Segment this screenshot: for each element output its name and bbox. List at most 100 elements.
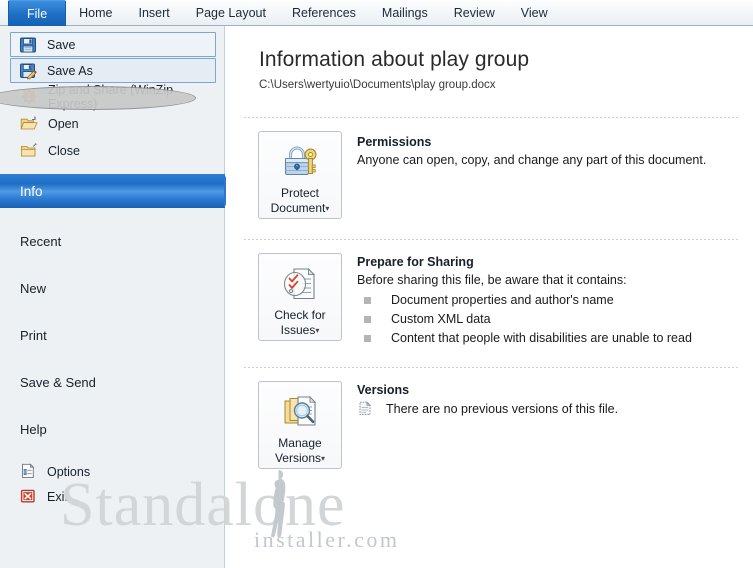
exit-icon [20, 488, 38, 506]
section-prepare-for-sharing: Check for Issues ▾ Prepare for Sharing B… [244, 253, 744, 359]
divider-prepare [244, 367, 739, 368]
sidebar-item-print[interactable]: Print [0, 322, 224, 349]
check-for-issues-line1: Check for [274, 308, 326, 322]
options-icon [20, 462, 38, 481]
sidebar-item-close[interactable]: Close [12, 138, 218, 164]
sidebar-item-help[interactable]: Help [0, 416, 224, 443]
sidebar-item-save-and-send-label: Save & Send [20, 375, 96, 390]
sidebar-item-new-label: New [20, 281, 47, 296]
protect-document-button[interactable]: Protect Document ▾ [258, 131, 342, 219]
bullet-square-icon [364, 297, 371, 304]
prepare-for-sharing-heading: Prepare for Sharing [357, 255, 474, 269]
tab-home[interactable]: Home [66, 1, 125, 26]
winzip-icon [20, 88, 40, 106]
nav-spacer-2 [0, 255, 224, 275]
section-permissions: Protect Document ▾ Permissions Anyone ca… [244, 131, 744, 235]
list-item: Document properties and author's name [357, 291, 753, 310]
word-backstage-window: File Home Insert Page Layout References … [0, 0, 753, 568]
open-folder-icon [20, 115, 40, 133]
sidebar-item-options-label: Options [47, 464, 91, 479]
list-item: Custom XML data [357, 310, 753, 329]
permissions-body: Permissions Anyone can open, copy, and c… [357, 135, 753, 169]
sidebar-item-save-as[interactable]: Save As [10, 58, 216, 83]
sidebar-item-exit-label: Exit [47, 489, 68, 504]
sidebar-item-zip-and-share[interactable]: Zip and Share (WinZip Express) [12, 83, 218, 111]
sidebar-item-recent[interactable]: Recent [0, 228, 224, 255]
divider-permissions [244, 239, 739, 240]
sidebar-item-info[interactable]: Info [0, 174, 234, 208]
sidebar-item-close-label: Close [48, 144, 80, 158]
manage-versions-button[interactable]: Manage Versions ▾ [258, 381, 342, 469]
bullet-square-icon [364, 316, 371, 323]
prepare-for-sharing-description: Before sharing this file, be aware that … [357, 273, 627, 287]
tab-mailings[interactable]: Mailings [369, 1, 441, 26]
sidebar-item-save-label: Save [47, 37, 76, 52]
tab-references[interactable]: References [279, 1, 369, 26]
sidebar-item-save-as-label: Save As [47, 63, 93, 78]
documents-search-icon [280, 392, 320, 432]
nav-spacer-3 [0, 302, 224, 322]
protect-document-caption: Protect Document ▾ [271, 186, 330, 216]
sidebar-item-print-label: Print [20, 328, 47, 343]
floppy-disk-pencil-icon [19, 62, 39, 80]
tab-insert[interactable]: Insert [126, 1, 183, 26]
versions-status-row: There are no previous versions of this f… [357, 400, 753, 418]
check-for-issues-caption: Check for Issues ▾ [274, 308, 325, 338]
sidebar-item-new[interactable]: New [0, 275, 224, 302]
manage-versions-line1: Manage [278, 436, 322, 450]
chevron-down-icon: ▾ [315, 326, 320, 336]
annotation-tail [0, 90, 8, 106]
sidebar-item-info-label: Info [20, 183, 43, 199]
protect-document-line1: Protect [280, 186, 319, 200]
nav-spacer-5 [0, 396, 224, 416]
sidebar-item-help-label: Help [20, 422, 47, 437]
permissions-description: Anyone can open, copy, and change any pa… [357, 153, 707, 167]
prepare-for-sharing-body: Prepare for Sharing Before sharing this … [357, 255, 753, 348]
lock-key-icon [280, 142, 320, 182]
manage-versions-caption: Manage Versions ▾ [275, 436, 325, 466]
tab-view[interactable]: View [508, 1, 561, 26]
sidebar-nav-group: Info Recent New Print Save & Send Help [0, 174, 234, 443]
list-item-label: Custom XML data [391, 312, 491, 326]
version-page-icon [358, 401, 372, 417]
sidebar-item-save-and-send[interactable]: Save & Send [0, 369, 224, 396]
sidebar-footer-group: Options Exit [0, 459, 224, 509]
versions-heading: Versions [357, 383, 410, 397]
tab-review[interactable]: Review [441, 1, 508, 26]
sidebar-command-group: Save Save As Zip and Share (WinZip Expre… [0, 26, 224, 164]
protect-document-line2: Document [270, 201, 326, 215]
tab-page-layout[interactable]: Page Layout [183, 1, 279, 26]
sidebar-item-zip-and-share-label: Zip and Share (WinZip Express) [48, 83, 174, 111]
sidebar-item-options[interactable]: Options [0, 459, 224, 484]
divider-top [244, 117, 739, 118]
manage-versions-line2: Versions [274, 451, 321, 465]
nav-spacer-1 [0, 208, 224, 228]
sidebar-item-recent-label: Recent [20, 234, 62, 249]
check-for-issues-line2: Issues [280, 323, 316, 337]
floppy-disk-icon [19, 36, 39, 54]
section-versions: Manage Versions ▾ Versions There are no … [244, 381, 744, 481]
nav-spacer-4 [0, 349, 224, 369]
close-folder-icon [20, 142, 40, 160]
backstage-info-pane: Information about play group C:\Users\we… [226, 27, 753, 568]
versions-body: Versions There are no previous versions … [357, 383, 753, 418]
chevron-down-icon: ▾ [321, 454, 326, 464]
list-item-label: Content that people with disabilities ar… [391, 331, 692, 345]
sidebar-item-open-label: Open [48, 117, 79, 131]
tab-file[interactable]: File [8, 0, 67, 26]
backstage-sidebar: Save Save As Zip and Share (WinZip Expre… [0, 26, 234, 568]
document-check-icon [280, 264, 320, 304]
ribbon-tab-bar: File Home Insert Page Layout References … [0, 0, 753, 26]
bullet-square-icon [364, 335, 371, 342]
prepare-for-sharing-bullet-list: Document properties and author's name Cu… [357, 291, 753, 348]
sidebar-item-exit[interactable]: Exit [0, 484, 224, 509]
chevron-down-icon: ▾ [325, 204, 330, 214]
document-path: C:\Users\wertyuio\Documents\play group.d… [259, 79, 496, 91]
page-title: Information about play group [259, 48, 530, 71]
sidebar-item-save[interactable]: Save [10, 32, 216, 57]
list-item-label: Document properties and author's name [391, 293, 614, 307]
sidebar-item-open[interactable]: Open [12, 111, 218, 137]
check-for-issues-button[interactable]: Check for Issues ▾ [258, 253, 342, 341]
list-item: Content that people with disabilities ar… [357, 329, 753, 348]
versions-description: There are no previous versions of this f… [386, 402, 619, 416]
